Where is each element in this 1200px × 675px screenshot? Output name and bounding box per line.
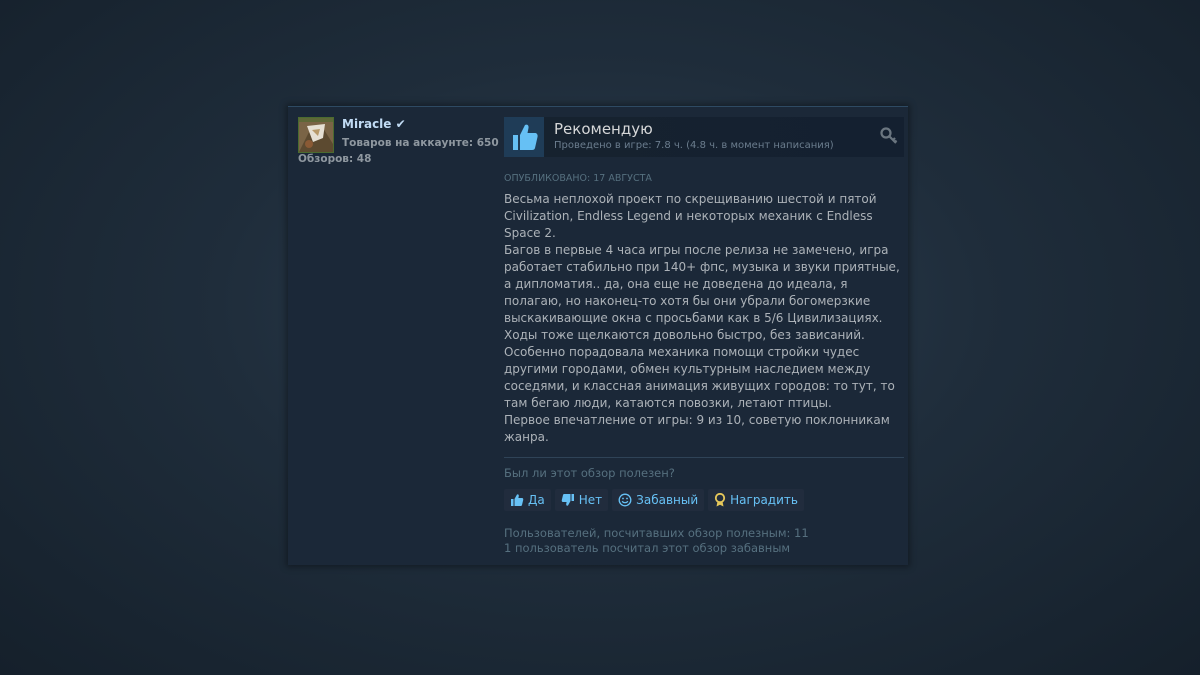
author-name-text[interactable]: Miracle	[342, 117, 391, 131]
playtime: Проведено в игре: 7.8 ч. (4.8 ч. в момен…	[554, 140, 834, 151]
helpful-count: Пользователей, посчитавших обзор полезны…	[504, 526, 809, 540]
avatar[interactable]	[298, 117, 334, 153]
review-paragraph: Ходы тоже щелкаются довольно быстро, без…	[504, 328, 865, 342]
verified-icon: ✔	[395, 117, 406, 131]
review-paragraph: Багов в первые 4 часа игры после релиза …	[504, 243, 900, 325]
thumbs-up-icon	[504, 117, 544, 157]
review-paragraph: Весьма неплохой проект по скрещиванию ше…	[504, 192, 877, 240]
vote-buttons: Да Нет Забавный Наградить	[504, 489, 804, 511]
vote-funny-button[interactable]: Забавный	[612, 489, 705, 511]
vote-funny-label: Забавный	[636, 493, 699, 507]
review-paragraph: Первое впечатление от игры: 9 из 10, сов…	[504, 413, 890, 444]
review-body: Весьма неплохой проект по скрещиванию ше…	[504, 191, 904, 446]
divider	[504, 457, 904, 458]
award-button[interactable]: Наградить	[708, 489, 804, 511]
vote-header[interactable]: Рекомендую Проведено в игре: 7.8 ч. (4.8…	[504, 117, 904, 157]
products-count[interactable]: Товаров на аккаунте: 650	[342, 137, 499, 149]
reviews-count[interactable]: Обзоров: 48	[298, 153, 371, 165]
review-verdict: Рекомендую	[554, 120, 653, 138]
review-card: Miracle ✔ Товаров на аккаунте: 650 Обзор…	[288, 106, 908, 565]
vote-no-button[interactable]: Нет	[554, 489, 609, 511]
thumbs-up-icon	[511, 494, 524, 506]
posted-date: ОПУБЛИКОВАНО: 17 АВГУСТА	[504, 173, 652, 184]
review-panel: Рекомендую Проведено в игре: 7.8 ч. (4.8…	[504, 117, 904, 555]
smiley-icon	[618, 493, 632, 507]
vote-yes-button[interactable]: Да	[504, 489, 551, 511]
review-stats: Пользователей, посчитавших обзор полезны…	[504, 526, 809, 556]
helpful-question: Был ли этот обзор полезен?	[504, 466, 675, 480]
award-label: Наградить	[730, 493, 798, 507]
vote-no-label: Нет	[578, 493, 603, 507]
thumbs-down-icon	[561, 494, 574, 506]
funny-count: 1 пользователь посчитал этот обзор забав…	[504, 541, 791, 555]
author-name[interactable]: Miracle ✔	[342, 117, 406, 131]
key-icon	[880, 127, 898, 145]
award-icon	[715, 493, 726, 507]
vote-yes-label: Да	[528, 493, 545, 507]
review-paragraph: Особенно порадовала механика помощи стро…	[504, 345, 895, 410]
